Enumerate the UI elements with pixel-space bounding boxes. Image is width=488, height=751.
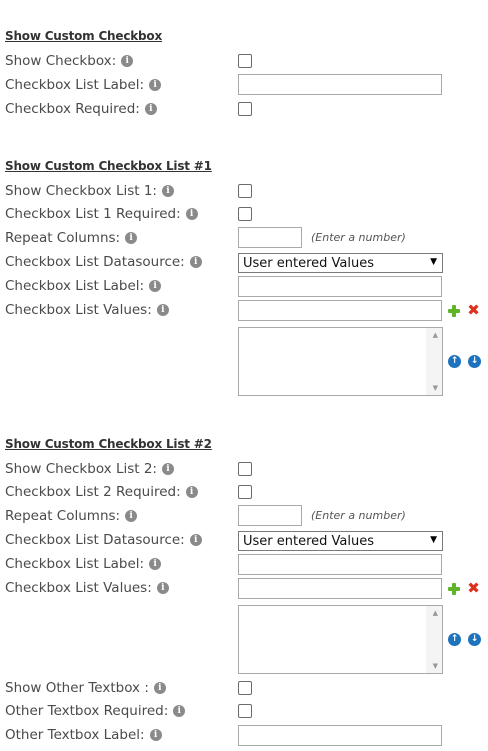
datasource-2-value: User entered Values [243, 533, 375, 549]
info-icon[interactable]: i [189, 256, 202, 268]
checkbox-list-2-required-text: Checkbox List 2 Required: [5, 484, 181, 500]
scroll-down-icon[interactable]: ▼ [433, 384, 438, 392]
info-icon[interactable]: i [149, 280, 162, 292]
checkbox-list-1-required-checkbox[interactable] [238, 207, 252, 221]
info-icon[interactable]: i [156, 304, 169, 316]
checkbox-list-label-text: Checkbox List Label: [5, 77, 145, 93]
checkbox-list-1-label-text: Checkbox List Label: [5, 278, 145, 294]
checkbox-list-2-value-input[interactable] [238, 578, 442, 599]
other-textbox-required-text: Other Textbox Required: [5, 703, 169, 719]
info-icon[interactable]: i [149, 558, 162, 570]
datasource-2-label: Checkbox List Datasource: i [5, 531, 202, 549]
checkbox-list-2-required-checkbox[interactable] [238, 485, 252, 499]
info-icon[interactable]: i [149, 729, 162, 741]
other-textbox-required-label: Other Textbox Required: i [5, 702, 186, 720]
info-icon[interactable]: i [185, 486, 198, 498]
checkbox-list-1-required-label: Checkbox List 1 Required: i [5, 205, 198, 223]
show-other-textbox-label: Show Other Textbox : i [5, 679, 166, 697]
other-textbox-label-label: Other Textbox Label: i [5, 726, 162, 744]
show-other-textbox-text: Show Other Textbox : [5, 680, 149, 696]
info-icon[interactable]: i [185, 208, 198, 220]
repeat-columns-2-hint: (Enter a number) [311, 509, 406, 522]
checkbox-list-label-input[interactable] [238, 74, 442, 95]
plus-icon[interactable] [447, 582, 461, 596]
plus-icon[interactable] [447, 304, 461, 318]
info-icon[interactable]: i [173, 705, 186, 717]
checkbox-list-1-value-input[interactable] [238, 300, 442, 321]
checkbox-list-2-label-label: Checkbox List Label: i [5, 555, 162, 573]
show-checkbox-list-1-label: Show Checkbox List 1: i [5, 182, 174, 200]
x-icon[interactable]: ✖ [466, 303, 481, 318]
info-icon[interactable]: i [125, 232, 138, 244]
checkbox-list-2-values-listbox[interactable]: ▲ ▼ [238, 605, 443, 674]
show-checkbox-list-2-checkbox[interactable] [238, 462, 252, 476]
checkbox-list-2-values-text: Checkbox List Values: [5, 580, 152, 596]
show-checkbox-checkbox[interactable] [238, 54, 252, 68]
checkbox-list-1-label-input[interactable] [238, 276, 442, 297]
checkbox-list-2-label-text: Checkbox List Label: [5, 556, 145, 572]
chevron-down-icon: ▼ [430, 535, 437, 545]
datasource-1-value: User entered Values [243, 255, 375, 271]
other-textbox-label-text: Other Textbox Label: [5, 727, 145, 743]
x-icon[interactable]: ✖ [466, 581, 481, 596]
repeat-columns-1-input[interactable] [238, 227, 302, 248]
checkbox-list-2-values-label: Checkbox List Values: i [5, 579, 169, 597]
arrow-up-icon[interactable]: ↑ [448, 355, 461, 368]
datasource-2-text: Checkbox List Datasource: [5, 532, 185, 548]
info-icon[interactable]: i [125, 510, 138, 522]
checkbox-list-label-label: Checkbox List Label: i [5, 76, 162, 94]
datasource-2-select[interactable]: User entered Values ▼ [238, 531, 443, 551]
show-checkbox-list-1-text: Show Checkbox List 1: [5, 183, 157, 199]
arrow-up-icon[interactable]: ↑ [448, 633, 461, 646]
datasource-1-label: Checkbox List Datasource: i [5, 253, 202, 271]
show-checkbox-label: Show Checkbox: i [5, 52, 134, 70]
datasource-1-select[interactable]: User entered Values ▼ [238, 253, 443, 273]
other-textbox-required-checkbox[interactable] [238, 704, 252, 718]
info-icon[interactable]: i [149, 79, 162, 91]
show-checkbox-list-2-label: Show Checkbox List 2: i [5, 460, 174, 478]
show-other-textbox-checkbox[interactable] [238, 681, 252, 695]
checkbox-list-1-values-listbox[interactable]: ▲ ▼ [238, 327, 443, 396]
repeat-columns-1-text: Repeat Columns: [5, 230, 121, 246]
scrollbar[interactable]: ▲ ▼ [426, 328, 442, 395]
checkbox-required-checkbox[interactable] [238, 102, 252, 116]
scroll-down-icon[interactable]: ▼ [433, 662, 438, 670]
section-title-custom-checkbox: Show Custom Checkbox [5, 29, 163, 43]
checkbox-list-2-label-input[interactable] [238, 554, 442, 575]
show-checkbox-list-1-checkbox[interactable] [238, 184, 252, 198]
datasource-1-text: Checkbox List Datasource: [5, 254, 185, 270]
scroll-up-icon[interactable]: ▲ [433, 609, 438, 617]
arrow-down-icon[interactable]: ↓ [468, 633, 481, 646]
info-icon[interactable]: i [121, 55, 134, 67]
section-title-checkbox-list-2: Show Custom Checkbox List #2 [5, 437, 212, 451]
repeat-columns-1-label: Repeat Columns: i [5, 229, 138, 247]
repeat-columns-2-input[interactable] [238, 505, 302, 526]
info-icon[interactable]: i [189, 534, 202, 546]
info-icon[interactable]: i [156, 582, 169, 594]
checkbox-required-label-text: Checkbox Required: [5, 101, 140, 117]
checkbox-required-label: Checkbox Required: i [5, 100, 157, 118]
info-icon[interactable]: i [161, 463, 174, 475]
repeat-columns-1-hint: (Enter a number) [311, 231, 406, 244]
show-checkbox-label-text: Show Checkbox: [5, 53, 117, 69]
checkbox-list-1-label-label: Checkbox List Label: i [5, 277, 162, 295]
checkbox-list-1-required-text: Checkbox List 1 Required: [5, 206, 181, 222]
scroll-up-icon[interactable]: ▲ [433, 331, 438, 339]
info-icon[interactable]: i [161, 185, 174, 197]
checkbox-list-1-values-label: Checkbox List Values: i [5, 301, 169, 319]
arrow-down-icon[interactable]: ↓ [468, 355, 481, 368]
info-icon[interactable]: i [144, 103, 157, 115]
repeat-columns-2-label: Repeat Columns: i [5, 507, 138, 525]
chevron-down-icon: ▼ [430, 257, 437, 267]
repeat-columns-2-text: Repeat Columns: [5, 508, 121, 524]
checkbox-list-1-values-text: Checkbox List Values: [5, 302, 152, 318]
show-checkbox-list-2-text: Show Checkbox List 2: [5, 461, 157, 477]
info-icon[interactable]: i [153, 682, 166, 694]
section-title-checkbox-list-1: Show Custom Checkbox List #1 [5, 159, 212, 173]
scrollbar[interactable]: ▲ ▼ [426, 606, 442, 673]
checkbox-list-2-required-label: Checkbox List 2 Required: i [5, 483, 198, 501]
other-textbox-label-input[interactable] [238, 725, 442, 746]
